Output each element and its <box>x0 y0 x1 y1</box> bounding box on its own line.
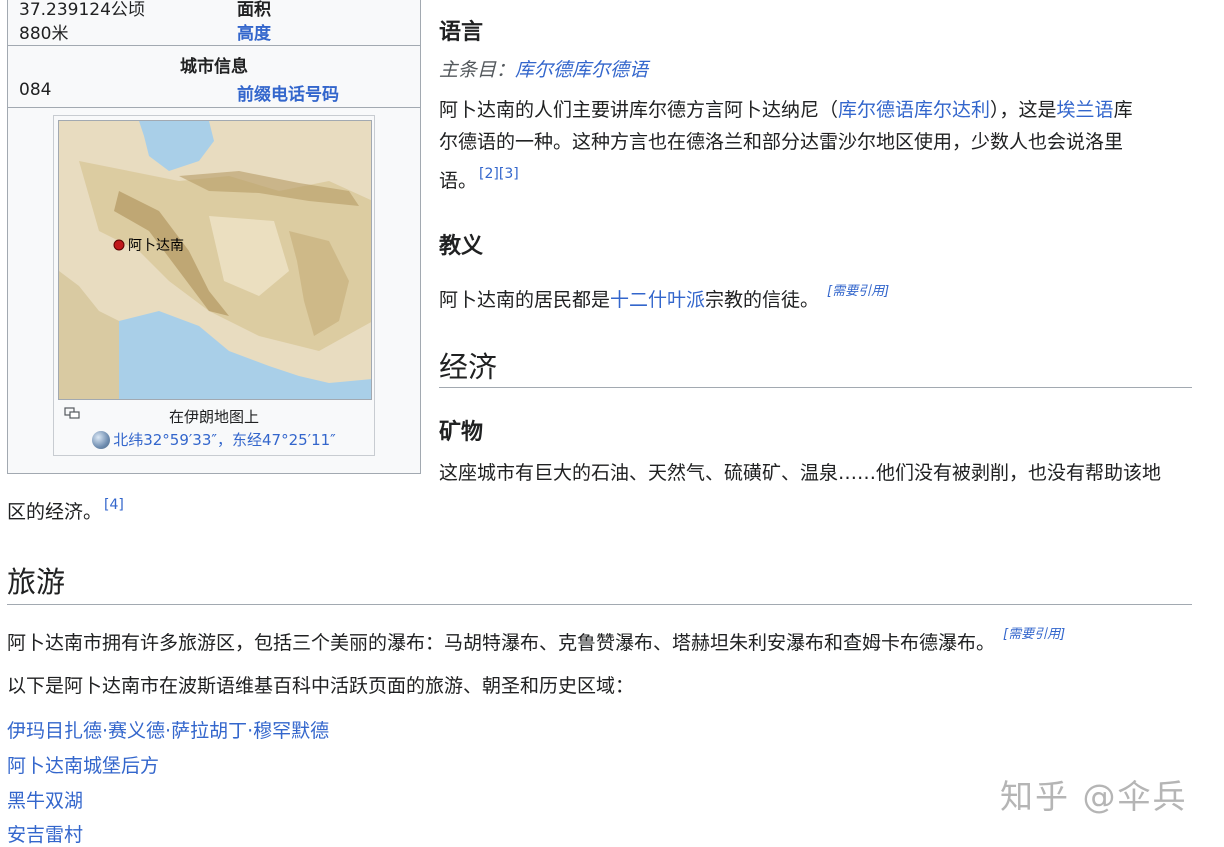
zhihu-watermark: 知乎 @伞兵 <box>1000 777 1188 816</box>
text-span: 阿卜达南市拥有许多旅游区，包括三个美丽的瀑布：马胡特瀑布、克鲁赞瀑布、塔赫坦朱利… <box>7 632 996 654</box>
location-map-frame: 阿卜达南 在伊朗地图上 北纬32°59′33″，东经47°25′11″ <box>53 115 375 456</box>
language-paragraph-line2: 尔德语的一种。这种方言也在德洛兰和部分达雷沙尔地区使用，少数人也会说洛里 <box>439 131 1124 153</box>
elamite-link[interactable]: 埃兰语 <box>1057 99 1114 121</box>
map-caption: 在伊朗地图上 <box>168 408 259 426</box>
tourism-paragraph-1: 阿卜达南市拥有许多旅游区，包括三个美丽的瀑布：马胡特瀑布、克鲁赞瀑布、塔赫坦朱利… <box>7 618 1217 660</box>
section-divider <box>7 604 1192 605</box>
city-info-heading: 城市信息 <box>180 57 248 77</box>
infobox-divider <box>8 45 420 46</box>
tourism-list-link[interactable]: 阿卜达南城堡后方 <box>7 751 159 778</box>
citation-needed-link[interactable]: [需要引用] <box>827 284 889 299</box>
citation-needed-link[interactable]: [需要引用] <box>1003 627 1065 642</box>
section-heading-tourism: 旅游 <box>7 565 66 599</box>
coordinates-link[interactable]: 北纬32°59′33″，东经47°25′11″ <box>113 431 336 449</box>
economy-paragraph-line2: 区的经济。 [4] <box>7 489 124 529</box>
main-article-hatnote: 主条目：库尔德库尔德语 <box>439 55 648 82</box>
language-paragraph-line1: 阿卜达南的人们主要讲库尔德方言阿卜达纳尼（库尔德语库尔达利），这是埃兰语库 <box>439 94 1199 127</box>
area-value: 37.239124公顷 <box>19 0 145 20</box>
map-coordinates[interactable]: 北纬32°59′33″，东经47°25′11″ <box>54 429 374 450</box>
phone-value: 084 <box>19 80 52 100</box>
iran-map-graphic <box>59 121 371 399</box>
tourism-list-link[interactable]: 安吉雷村 <box>7 820 83 847</box>
reference-link[interactable]: [3] <box>499 166 519 182</box>
religion-paragraph: 阿卜达南的居民都是十二什叶派宗教的信徒。 [需要引用] <box>439 275 889 317</box>
height-value: 880米 <box>19 24 69 44</box>
hatnote-prefix: 主条目： <box>439 59 516 81</box>
economy-paragraph-line1: 这座城市有巨大的石油、天然气、硫磺矿、温泉……他们没有被剥削，也没有帮助该地 <box>439 462 1162 484</box>
area-label: 面积 <box>237 0 271 20</box>
text-span: 阿卜达南的人们主要讲库尔德方言阿卜达纳尼（ <box>439 99 839 121</box>
reference-link[interactable]: [4] <box>104 497 124 513</box>
phone-prefix-link[interactable]: 前缀电话号码 <box>237 80 339 105</box>
language-paragraph-line3: 语。 [2][3] <box>439 158 519 198</box>
kurdish-kurdali-link[interactable]: 库尔德语库尔达利 <box>838 99 990 121</box>
hatnote-link[interactable]: 库尔德库尔德语 <box>515 59 648 81</box>
text-span: 语。 <box>439 170 478 192</box>
section-divider <box>439 387 1192 388</box>
section-heading-religion: 教义 <box>439 234 484 259</box>
reference-link[interactable]: [2] <box>479 166 499 182</box>
subsection-heading-minerals: 矿物 <box>439 420 484 445</box>
tourism-list-link[interactable]: 黑牛双湖 <box>7 786 83 813</box>
infobox: 37.239124公顷 面积 880米 高度 城市信息 084 前缀电话号码 阿… <box>7 0 421 474</box>
section-heading-economy: 经济 <box>439 350 498 384</box>
infobox-divider <box>8 107 420 108</box>
map-city-label: 阿卜达南 <box>128 238 184 254</box>
section-heading-language: 语言 <box>439 20 484 45</box>
text-span: 宗教的信徒。 <box>705 289 820 311</box>
text-span: 库 <box>1113 99 1133 121</box>
text-span: ），这是 <box>990 99 1057 121</box>
tourism-list-link[interactable]: 伊玛目扎德·赛义德·萨拉胡丁·穆罕默德 <box>7 716 329 743</box>
globe-icon <box>92 431 111 449</box>
iran-relief-map[interactable]: 阿卜达南 <box>58 120 372 400</box>
text-span: 区的经济。 <box>7 501 103 523</box>
height-link[interactable]: 高度 <box>237 19 271 44</box>
tourism-paragraph-2: 以下是阿卜达南市在波斯语维基百科中活跃页面的旅游、朝圣和历史区域： <box>7 675 635 697</box>
twelver-shia-link[interactable]: 十二什叶派 <box>610 289 705 311</box>
text-span: 阿卜达南的居民都是 <box>439 289 611 311</box>
